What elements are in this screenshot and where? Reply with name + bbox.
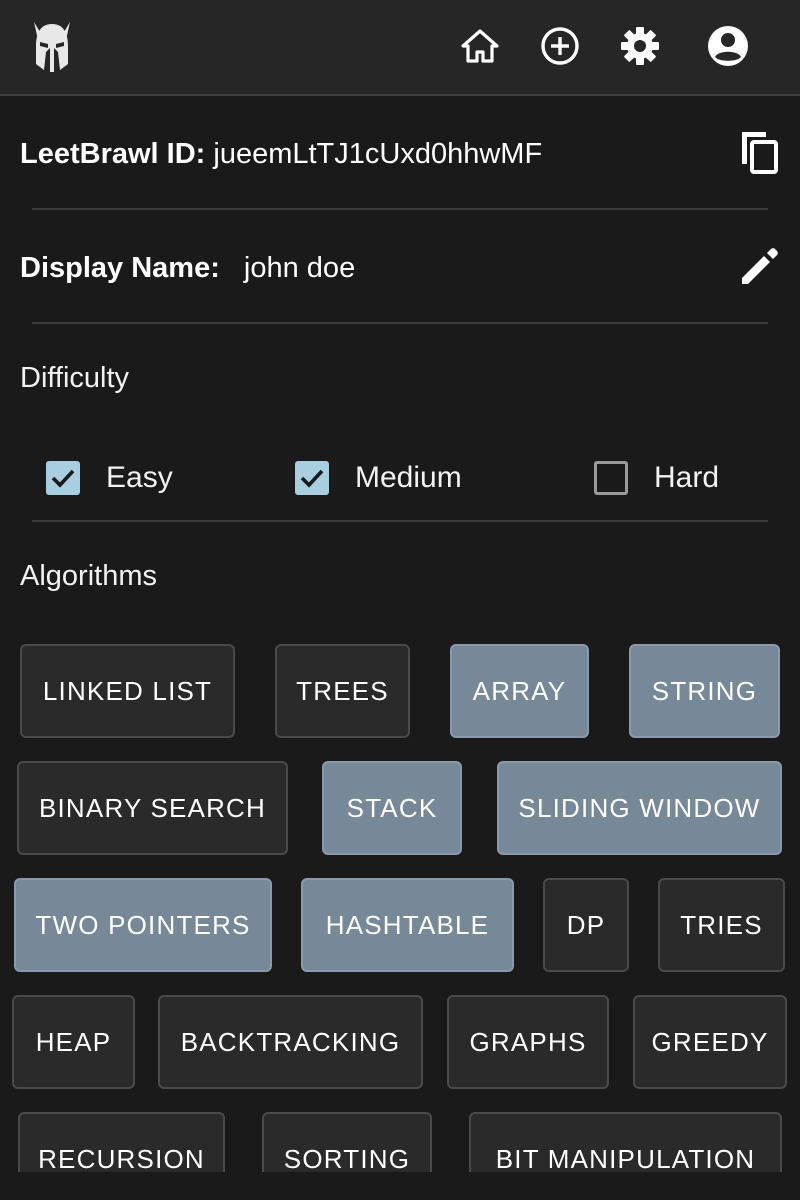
add-circle-icon[interactable]	[538, 24, 582, 68]
chip-sorting[interactable]: SORTING	[262, 1112, 432, 1172]
divider	[32, 520, 768, 522]
display-name-row: Display Name: john doe	[20, 246, 780, 290]
chip-linked-list[interactable]: LINKED LIST	[20, 644, 235, 738]
spartan-helmet-icon[interactable]	[28, 18, 76, 74]
display-name-label: Display Name:	[20, 252, 220, 284]
difficulty-option-medium[interactable]: Medium	[295, 458, 462, 498]
difficulty-option-hard[interactable]: Hard	[594, 458, 719, 498]
pencil-icon[interactable]	[738, 244, 782, 288]
divider	[32, 322, 768, 324]
chip-graphs[interactable]: GRAPHS	[447, 995, 609, 1089]
chip-trees[interactable]: TREES	[275, 644, 410, 738]
account-circle-icon[interactable]	[706, 24, 750, 68]
chip-string[interactable]: STRING	[629, 644, 780, 738]
checkbox-unchecked-icon[interactable]	[594, 461, 628, 495]
chip-two-pointers[interactable]: TWO POINTERS	[14, 878, 272, 972]
algorithms-title: Algorithms	[20, 560, 157, 592]
difficulty-title: Difficulty	[20, 362, 130, 394]
bottom-fade	[0, 1172, 800, 1200]
leetbrawl-id-value: jueemLtTJ1cUxd0hhwMF	[213, 138, 543, 170]
leetbrawl-id-label: LeetBrawl ID:	[20, 138, 206, 170]
chip-hashtable[interactable]: HASHTABLE	[301, 878, 514, 972]
divider	[32, 208, 768, 210]
difficulty-label: Easy	[106, 461, 173, 494]
chip-sliding-window[interactable]: SLIDING WINDOW	[497, 761, 782, 855]
algorithm-chip-group: LINKED LIST TREES ARRAY STRING BINARY SE…	[0, 640, 800, 1172]
checkbox-checked-icon[interactable]	[295, 461, 329, 495]
checkbox-checked-icon[interactable]	[46, 461, 80, 495]
chip-greedy[interactable]: GREEDY	[633, 995, 787, 1089]
chip-array[interactable]: ARRAY	[450, 644, 589, 738]
chip-heap[interactable]: HEAP	[12, 995, 135, 1089]
chip-recursion[interactable]: RECURSION	[18, 1112, 225, 1172]
top-app-bar	[0, 0, 800, 96]
chip-stack[interactable]: STACK	[322, 761, 462, 855]
chip-binary-search[interactable]: BINARY SEARCH	[17, 761, 288, 855]
gear-icon[interactable]	[618, 24, 662, 68]
home-icon[interactable]	[458, 24, 502, 68]
chip-backtracking[interactable]: BACKTRACKING	[158, 995, 423, 1089]
chip-tries[interactable]: TRIES	[658, 878, 785, 972]
chip-dp[interactable]: DP	[543, 878, 629, 972]
chip-bit-manipulation[interactable]: BIT MANIPULATION	[469, 1112, 782, 1172]
difficulty-option-easy[interactable]: Easy	[46, 458, 173, 498]
leetbrawl-id-row: LeetBrawl ID: jueemLtTJ1cUxd0hhwMF	[20, 132, 780, 176]
difficulty-label: Hard	[654, 461, 720, 494]
display-name-value: john doe	[243, 252, 356, 284]
copy-icon[interactable]	[738, 128, 782, 176]
difficulty-label: Medium	[355, 461, 462, 494]
